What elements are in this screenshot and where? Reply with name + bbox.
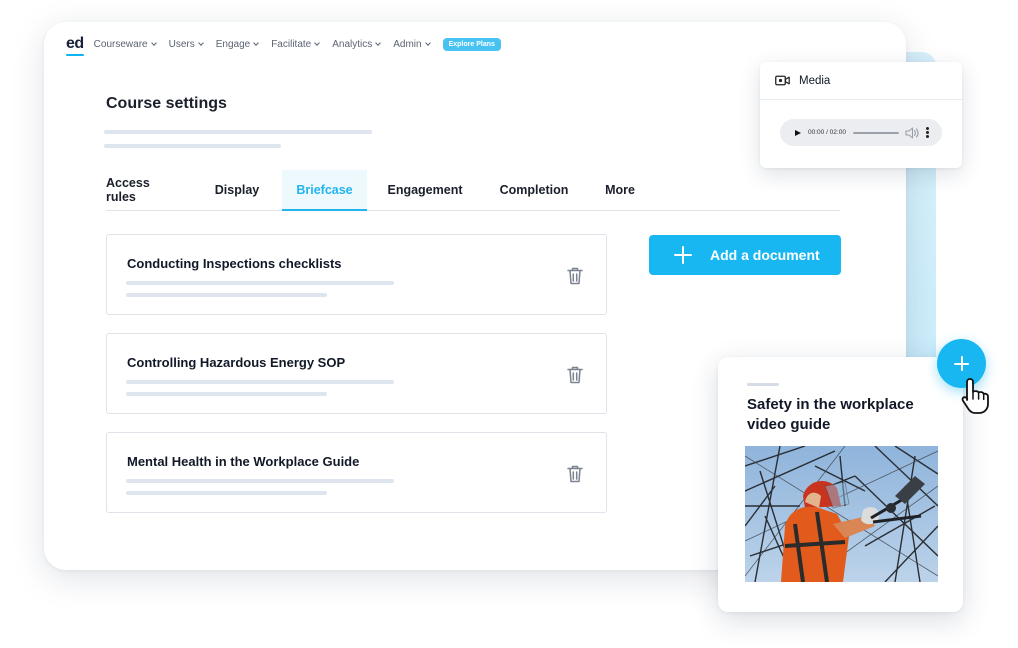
skeleton-line: [126, 380, 394, 384]
chevron-down-icon: [375, 40, 382, 46]
skeleton-line: [126, 293, 327, 297]
top-nav: ed Courseware Users Engage Facilitate An…: [66, 35, 501, 56]
tab-more[interactable]: More: [602, 170, 638, 210]
skeleton-line: [104, 144, 281, 148]
nav-item-courseware[interactable]: Courseware: [94, 39, 157, 50]
media-title: Media: [799, 74, 831, 87]
document-title: Mental Health in the Workplace Guide: [127, 454, 360, 469]
player-time: 00:00 / 02:00: [808, 129, 846, 136]
chevron-down-icon: [197, 40, 204, 46]
video-camera-icon: [775, 75, 790, 86]
tab-completion[interactable]: Completion: [498, 170, 570, 210]
chevron-down-icon: [253, 40, 260, 46]
document-card: Conducting Inspections checklists: [106, 234, 607, 315]
skeleton-line: [126, 281, 394, 285]
hand-pointer-icon: [961, 378, 989, 414]
skeleton-line: [104, 130, 372, 134]
tab-engagement[interactable]: Engagement: [386, 170, 464, 210]
tab-access-rules[interactable]: Access rules: [106, 170, 178, 210]
document-title: Conducting Inspections checklists: [127, 256, 342, 271]
nav-item-facilitate[interactable]: Facilitate: [271, 39, 321, 50]
volume-icon[interactable]: [905, 126, 920, 139]
tab-briefcase[interactable]: Briefcase: [282, 170, 367, 211]
nav-item-users[interactable]: Users: [169, 39, 204, 50]
skeleton-line: [126, 491, 327, 495]
chevron-down-icon: [150, 40, 157, 46]
nav-item-engage[interactable]: Engage: [216, 39, 260, 50]
skeleton-line: [126, 479, 394, 483]
nav-item-admin[interactable]: Admin: [393, 39, 431, 50]
settings-tabs: Access rules Display Briefcase Engagemen…: [106, 170, 840, 211]
skeleton-line: [126, 392, 327, 396]
worker-photo: [745, 446, 938, 582]
add-document-label: Add a document: [710, 247, 820, 263]
media-card: Media 00:00 / 02:00: [760, 62, 962, 168]
video-thumbnail[interactable]: [745, 446, 938, 582]
document-card: Mental Health in the Workplace Guide: [106, 432, 607, 513]
progress-track[interactable]: [852, 131, 899, 134]
media-header: Media: [760, 62, 962, 100]
video-title: Safety in the workplace video guide: [747, 396, 914, 433]
plus-icon: [673, 245, 693, 265]
add-document-button[interactable]: Add a document: [649, 235, 841, 275]
tab-display[interactable]: Display: [214, 170, 260, 210]
skeleton-line: [747, 383, 779, 386]
document-title: Controlling Hazardous Energy SOP: [127, 355, 346, 370]
logo[interactable]: ed: [66, 35, 84, 56]
nav-item-analytics[interactable]: Analytics: [332, 39, 382, 50]
video-card[interactable]: Safety in the workplace video guide: [718, 357, 963, 612]
page-title: Course settings: [106, 95, 227, 112]
explore-plans-button[interactable]: Explore Plans: [442, 37, 501, 51]
audio-player: 00:00 / 02:00: [780, 119, 942, 146]
trash-icon[interactable]: [566, 266, 584, 286]
trash-icon[interactable]: [566, 464, 584, 484]
trash-icon[interactable]: [566, 365, 584, 385]
chevron-down-icon: [424, 40, 431, 46]
document-card: Controlling Hazardous Energy SOP: [106, 333, 607, 414]
play-icon[interactable]: [795, 129, 801, 136]
more-vertical-icon[interactable]: [925, 127, 929, 138]
chevron-down-icon: [314, 40, 321, 46]
